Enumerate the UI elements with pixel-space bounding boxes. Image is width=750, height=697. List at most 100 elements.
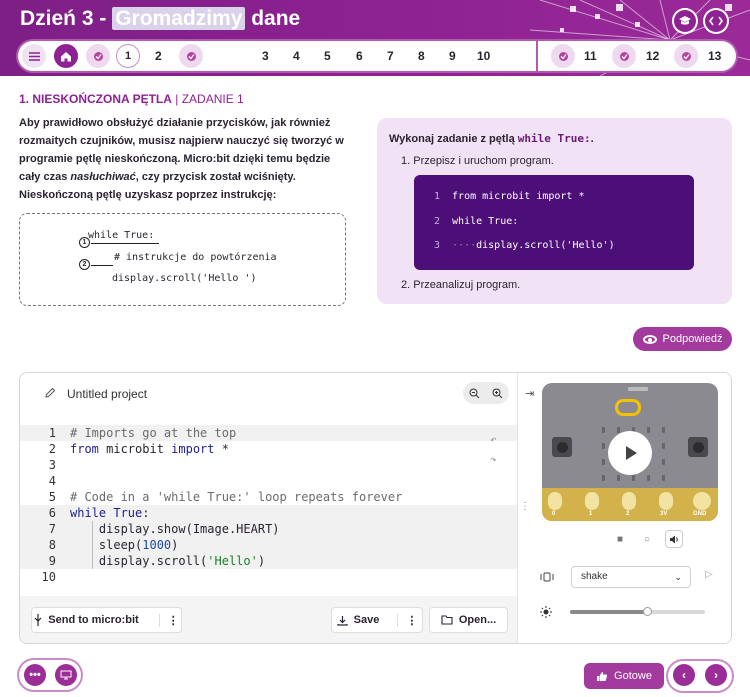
zoom-in-icon[interactable] [492,388,503,399]
code-line: 4 [48,474,56,488]
badge-icon [681,51,691,61]
page-title: Dzień 3 - Gromadzimy dane [20,7,301,30]
monitor-icon [60,670,72,680]
nav-step-3[interactable]: 3 [262,49,269,63]
home-button[interactable] [54,44,78,68]
undo-icon[interactable]: ↶ [490,433,497,446]
light-level-fill [570,610,647,614]
menu-button[interactable] [22,44,46,68]
badge-icon [619,51,629,61]
thumbs-up-icon [597,671,608,681]
task-description: Aby prawidłowo obsłużyć działanie przyci… [19,117,344,201]
nav-step-9[interactable]: 9 [449,49,456,63]
eye-icon [642,334,657,344]
code-editor: Untitled project 1 # Imports go at the to… [19,372,732,644]
button-b[interactable] [688,437,708,457]
pin-2[interactable] [622,492,636,510]
marker-2: 2 [79,259,90,270]
nav-step-5[interactable]: 5 [324,49,331,63]
nav-step-10[interactable]: 10 [477,49,490,63]
pencil-icon[interactable] [45,387,56,401]
exercise-panel: Wykonaj zadanie z pętlą while True:. 1. … [377,118,732,304]
graduation-cap-icon [674,10,696,32]
done-button[interactable]: Gotowe [584,663,664,689]
screen-button[interactable] [55,664,77,686]
chevron-down-icon: ⌄ [674,572,682,582]
nav-step-8[interactable]: 8 [418,49,425,63]
simulator-panel: ⇥ 0 1 2 3V GND ■ ○ shake ⌄ ▷ [525,373,731,643]
redo-icon[interactable]: ↷ [490,453,497,466]
gesture-icon [540,570,554,588]
indent-guide [92,521,93,569]
nav-badge-4[interactable] [612,44,636,68]
code-view-button[interactable] [703,8,729,34]
badge-icon [558,51,568,61]
gesture-select[interactable]: shake ⌄ [571,566,691,588]
home-icon [61,51,71,61]
collapse-simulator-icon[interactable]: ⇥ [525,387,534,400]
previous-button[interactable]: ‹ [673,664,695,686]
simulator-play-button[interactable] [608,431,652,475]
send-to-microbit-button[interactable]: Send to micro:bit ⋮ [31,607,182,633]
microbit-logo[interactable] [615,399,641,416]
nav-step-7[interactable]: 7 [387,49,394,63]
marker-line-2 [91,265,113,266]
open-button[interactable]: Open... [429,607,508,633]
more-options-button[interactable]: ••• [24,664,46,686]
nav-step-1[interactable]: 1 [116,44,140,68]
button-a[interactable] [552,437,572,457]
exercise-lead: Wykonaj zadanie z pętlą while True:. [389,132,594,145]
nav-badge-5[interactable] [674,44,698,68]
nav-badge-2[interactable] [179,44,203,68]
nav-badge-1[interactable] [86,44,110,68]
hint-button[interactable]: Podpowiedź [633,327,732,351]
example-line-3: display.scroll('Hello ') [112,273,257,284]
send-gesture-icon[interactable]: ▷ [705,569,713,580]
zoom-out-icon[interactable] [469,388,480,399]
code-line: 6 while True: [20,505,517,521]
badge-icon [186,51,196,61]
sound-icon[interactable] [665,530,683,548]
more-vertical-icon[interactable]: ⋮ [397,613,417,627]
light-level-slider[interactable] [570,607,705,616]
microbit-simulator[interactable]: 0 1 2 3V GND [542,383,718,521]
nav-step-13[interactable]: 13 [708,49,721,63]
nav-step-4[interactable]: 4 [293,49,300,63]
nav-step-12[interactable]: 12 [646,49,659,63]
more-vertical-icon[interactable]: ⋮ [158,613,179,627]
nav-step-11[interactable]: 11 [584,49,597,63]
example-line-2: # instrukcje do powtórzenia [114,252,277,263]
code-line: 10 [41,570,56,584]
exercise-step-1: 1. Przepisz i uruchom program. [401,155,554,167]
code-line: 9 display.scroll('Hello') [20,553,517,569]
code-line: 1 # Imports go at the top [20,425,517,441]
exercise-code-line: 3 ····display.scroll('Hello') [434,240,615,251]
brightness-icon [540,605,552,623]
panel-resize-handle[interactable]: ⋮ [517,373,530,643]
code-line: 8 sleep(1000) [20,537,517,553]
nav-step-6[interactable]: 6 [356,49,363,63]
pin-gnd [693,492,711,510]
nav-step-2[interactable]: 2 [155,49,162,63]
chevron-right-icon: › [714,668,718,682]
exercise-code-line: 2 while True: [434,216,519,227]
zoom-controls [463,382,509,404]
code-area[interactable]: 1 # Imports go at the top 2 from microbit … [20,425,517,590]
pin-1[interactable] [585,492,599,510]
more-horizontal-icon: ••• [29,669,41,681]
marker-line-1 [91,243,159,244]
graduation-cap-button[interactable] [672,8,698,34]
restart-icon[interactable]: ○ [638,530,656,548]
folder-icon [441,615,453,625]
task-subheading: ZADANIE 1 [181,92,244,106]
nav-badge-3[interactable] [551,44,575,68]
stop-icon[interactable]: ■ [611,530,629,548]
next-button[interactable]: › [705,664,727,686]
project-name[interactable]: Untitled project [67,387,147,401]
slider-knob[interactable] [642,607,652,616]
pin-0[interactable] [548,492,562,510]
editor-toolbar: Send to micro:bit ⋮ Save ⋮ Open... [20,596,517,643]
save-button[interactable]: Save ⋮ [331,607,423,633]
pin-3v [659,492,673,510]
menu-icon [28,51,40,61]
